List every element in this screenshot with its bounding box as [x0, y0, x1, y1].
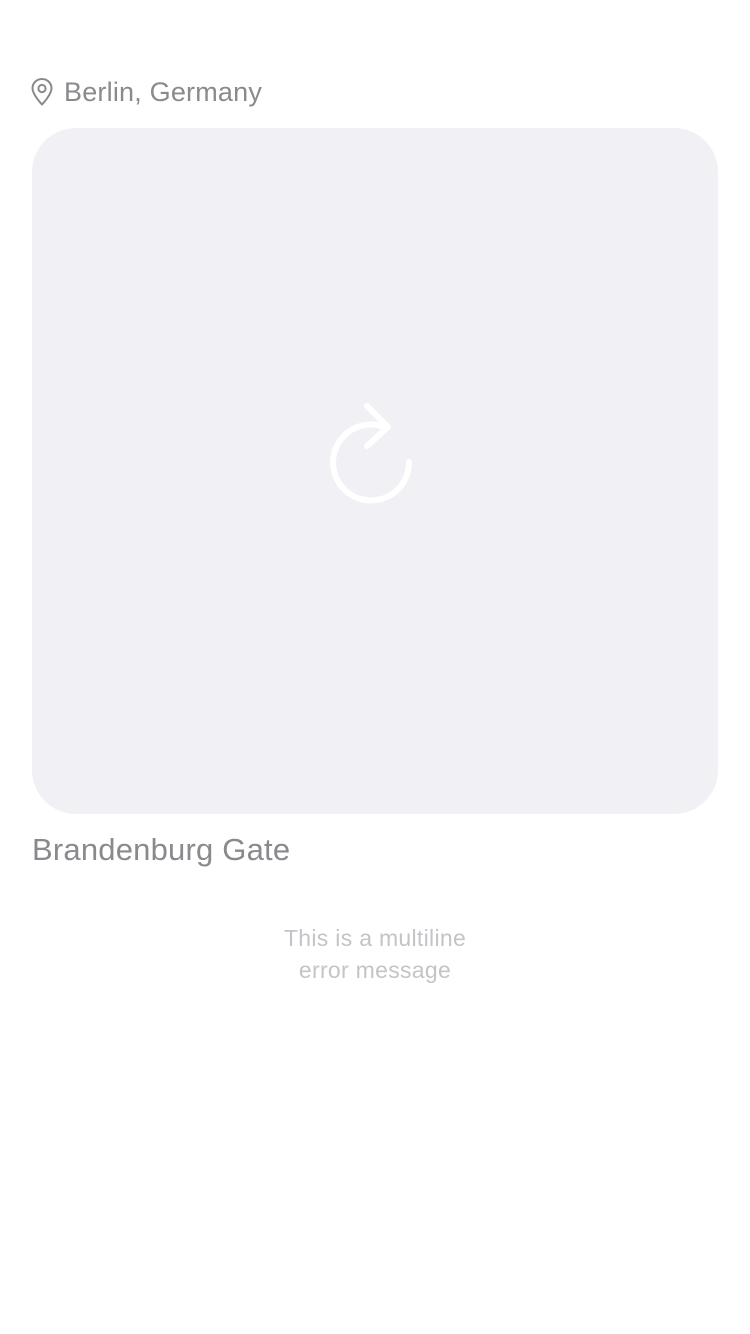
location-row: Berlin, Germany	[30, 74, 262, 110]
location-label: Berlin, Germany	[64, 76, 263, 107]
error-message-line-2: error message	[298, 957, 452, 983]
error-message: This is a multiline error message	[175, 922, 575, 986]
image-placeholder-card[interactable]	[32, 128, 718, 814]
error-message-line-1: This is a multiline	[283, 925, 467, 951]
map-pin-icon	[30, 77, 54, 107]
place-title: Brandenburg Gate	[32, 832, 291, 867]
reload-icon[interactable]	[327, 399, 423, 507]
